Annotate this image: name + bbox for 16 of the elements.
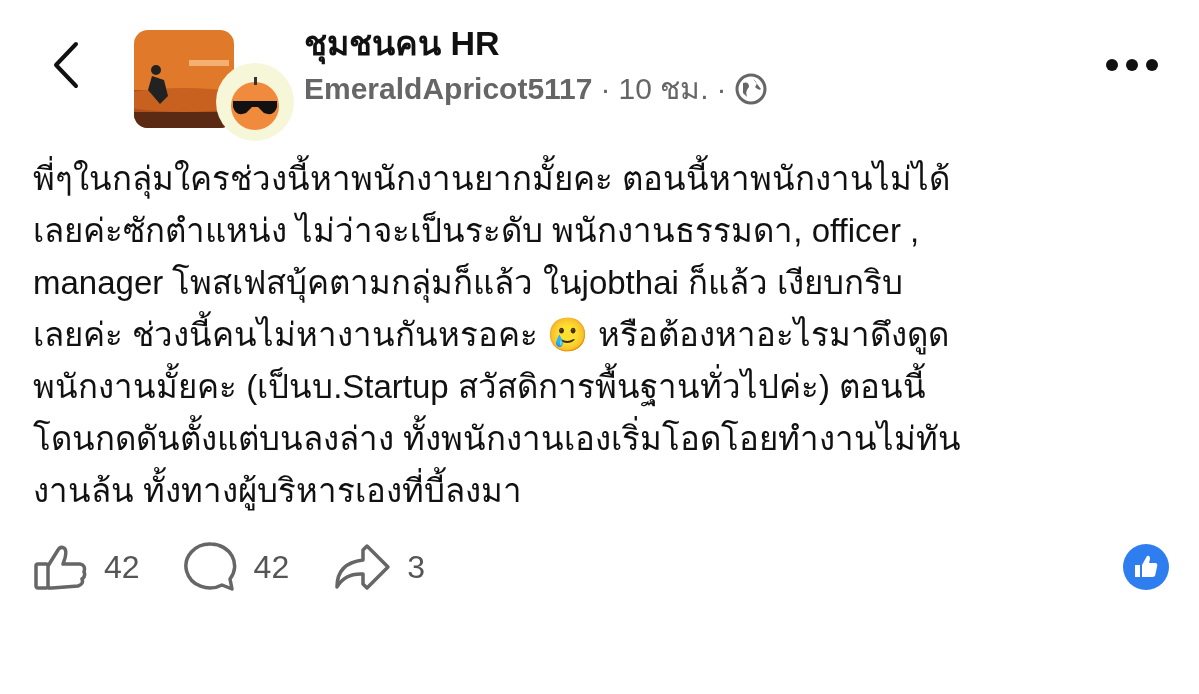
avatar-icon	[216, 63, 294, 141]
post-text: พี่ๆในกลุ่มใครช่วงนี้หาพนักงานยากมั้ยคะ ตอนนี้หาพนักงานไม่ได้ เลยค่ะซักตำแหน่ง ไม่ว่าจะเป็นระดับ พนักงานธรรมดา, officer , manager โพสเฟสบุ้คตามกลุ่มก็แล้ว ในjobthai ก็แล้ว เงียบกริบ เลยค่ะ ช่วงนี้คนไม่หางานกันหรอคะ 🥲 หรือต้องหาอะไรมาดึงดูด พนักงานมั้ยคะ (เป็นบ.Startup สวัสดิการพื้นฐานทั่วไปค่ะ) ตอนนี้ โดนกดดันตั้งแต่บนลงล่าง ทั้งพนักงานเองเริ่มโอดโอยทำงานไม่ทัน งานล้น ทั้งทางผู้บริหารเองที่บี้ลงมา	[0, 153, 1199, 517]
globe-icon	[734, 73, 767, 105]
share-arrow-icon[interactable]	[333, 543, 392, 591]
separator: ·	[600, 71, 611, 107]
reaction-count: 42	[253, 548, 290, 587]
reaction-count: 3	[407, 548, 425, 587]
group-name[interactable]: ชุมชนคน HR	[304, 21, 767, 65]
reaction-count: 42	[104, 548, 140, 587]
author-name[interactable]: EmeraldApricot5117	[304, 69, 593, 109]
post-time: 10 ชม.	[618, 71, 709, 107]
separator: ·	[716, 71, 727, 107]
more-options-icon[interactable]	[1105, 58, 1159, 72]
speech-bubble-icon[interactable]	[183, 541, 238, 593]
thumbs-up-icon[interactable]	[34, 544, 88, 590]
like-reaction-icon	[1123, 544, 1169, 590]
